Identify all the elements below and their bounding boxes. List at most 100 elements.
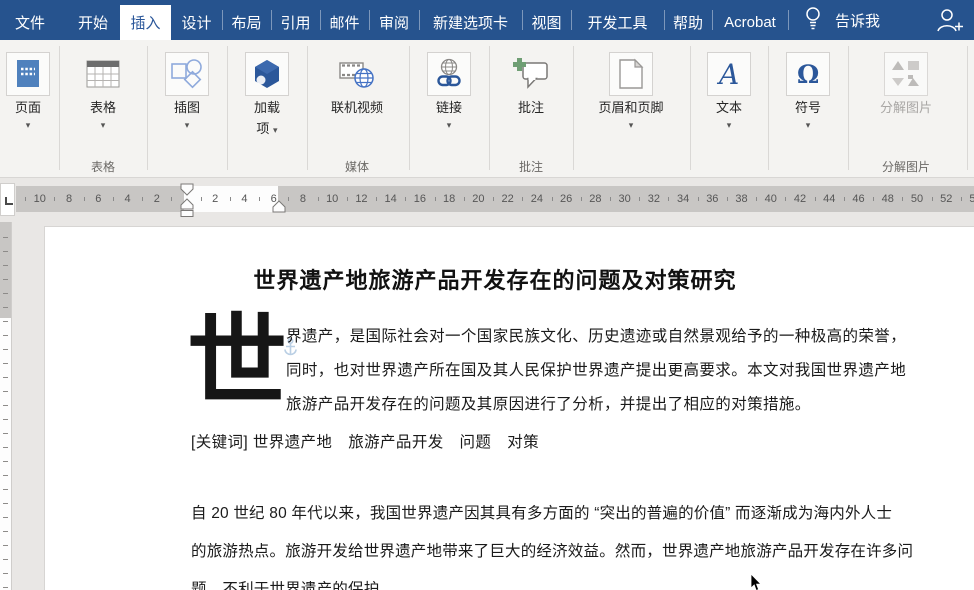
- table-icon: [81, 52, 125, 96]
- ruler-number: 52: [940, 193, 953, 205]
- ruler-number: 36: [706, 193, 719, 205]
- ribbon-button-new-comment[interactable]: 批注: [486, 40, 576, 174]
- ribbon-group-separator: [848, 46, 849, 170]
- ruler-tick: [580, 197, 582, 201]
- ribbon-button-illustrations[interactable]: 插图 ▾: [142, 40, 232, 174]
- tab-separator: [271, 10, 272, 30]
- tell-me-box[interactable]: 告诉我: [803, 0, 880, 40]
- ruler-tick: [493, 197, 495, 201]
- ruler-number: 10: [326, 193, 339, 205]
- ruler-tick: [609, 197, 611, 201]
- ribbon-button-links[interactable]: 链接 ▾: [404, 40, 494, 174]
- abstract-line: 旅游产品开发存在的问题及其原因进行了分析，并提出了相应的对策措施。: [286, 396, 811, 413]
- document-page[interactable]: 世界遗产地旅游产品开发存在的问题及对策研究 世 界遗产，是国际社会对一个国家民族…: [44, 226, 974, 590]
- symbol-icon: Ω: [786, 52, 830, 96]
- ribbon-button-header-footer[interactable]: 页眉和页脚 ▾: [586, 40, 676, 174]
- ruler-number: 26: [559, 193, 573, 205]
- ribbon-button-label: 批注: [517, 100, 544, 115]
- ruler-tick: [259, 197, 261, 201]
- horizontal-ruler[interactable]: 10 8 6 4 2 2 4 6 8 10 12 14 16 18 20 22 24 26 28 30 32 34 36 38…: [0, 178, 974, 222]
- vertical-ruler[interactable]: [0, 222, 12, 590]
- ruler-number: 46: [852, 193, 865, 205]
- tab-new-tab[interactable]: 新建选项卡: [419, 5, 522, 40]
- tab-separator: [571, 10, 572, 30]
- ribbon-button-add-ins[interactable]: 加载项 ▾: [222, 40, 312, 174]
- ruler-tick: [785, 197, 787, 201]
- ruler-tick: [697, 197, 699, 201]
- ribbon-group-label: 分解图片: [881, 160, 931, 174]
- ribbon-group-separator: [489, 46, 490, 170]
- tab-home[interactable]: 开始: [66, 5, 120, 40]
- ribbon-group-separator: [690, 46, 691, 170]
- ribbon-button-online-video[interactable]: 联机视频: [312, 40, 402, 174]
- tab-review[interactable]: 审阅: [369, 5, 419, 40]
- ruler-tick: [726, 197, 728, 201]
- ruler-number: 54: [969, 193, 974, 205]
- tab-separator: [320, 10, 321, 30]
- ruler-tick: [200, 197, 202, 201]
- ruler-tick: [112, 197, 114, 201]
- tab-mailings[interactable]: 邮件: [320, 5, 369, 40]
- lightbulb-icon: [803, 6, 823, 35]
- drop-cap[interactable]: 世: [187, 311, 287, 413]
- ruler-number: 22: [501, 193, 514, 205]
- ruler-number: 14: [384, 193, 397, 205]
- ribbon-group-label: 表格: [90, 160, 116, 174]
- ruler-number: 8: [65, 193, 73, 205]
- dropdown-arrow-icon: ▾: [805, 120, 811, 130]
- tab-view[interactable]: 视图: [522, 5, 571, 40]
- text-icon: A: [707, 52, 751, 96]
- ribbon-button-label: 分解图片: [879, 100, 932, 115]
- ruler-tick: [902, 197, 904, 201]
- right-indent-marker[interactable]: [272, 200, 286, 213]
- ruler-tick: [639, 197, 641, 201]
- ribbon-button-label: 符号: [794, 100, 821, 115]
- ribbon-group-separator: [573, 46, 574, 170]
- tab-file[interactable]: 文件: [0, 5, 60, 40]
- person-add-icon[interactable]: [936, 7, 964, 39]
- tab-separator: [522, 10, 523, 30]
- ruler-tick: [405, 197, 407, 201]
- illustrations-icon: [165, 52, 209, 96]
- tab-help[interactable]: 帮助: [664, 5, 712, 40]
- ruler-tick: [83, 197, 85, 201]
- first-line-indent-marker[interactable]: [180, 183, 194, 196]
- ruler-number: 32: [647, 193, 660, 205]
- ribbon-button-label: 文本: [715, 100, 742, 115]
- ruler-number: 44: [823, 193, 836, 205]
- tab-separator: [369, 10, 370, 30]
- ruler-band[interactable]: 10 8 6 4 2 2 4 6 8 10 12 14 16 18 20 22 24 26 28 30 32 34 36 38…: [16, 186, 974, 212]
- body-line: 的旅游热点。旅游开发给世界遗产地带来了巨大的经济效益。然而，世界遗产地旅游产品开…: [191, 543, 914, 560]
- tab-design[interactable]: 设计: [171, 5, 222, 40]
- tab-separator: [419, 10, 420, 30]
- ruler-number: 2: [153, 193, 160, 205]
- ribbon-button-label: 页眉和页脚: [598, 100, 664, 115]
- ribbon-group-label: 媒体: [344, 160, 370, 174]
- dropdown-arrow-icon: ▾: [628, 120, 634, 130]
- ruler-tick: [551, 197, 553, 201]
- tab-stop-selector[interactable]: [0, 183, 15, 216]
- ruler-tick: [668, 197, 670, 201]
- ruler-number: 50: [910, 193, 924, 205]
- tab-references[interactable]: 引用: [271, 5, 320, 40]
- dropdown-arrow-icon: ▾: [446, 120, 452, 130]
- header-footer-icon: [609, 52, 653, 96]
- ribbon-button-label: 联机视频: [330, 100, 383, 115]
- ribbon-button-label: 插图: [173, 100, 200, 115]
- ribbon-button-text[interactable]: A 文本 ▾: [684, 40, 774, 174]
- hanging-indent-marker[interactable]: [180, 198, 194, 218]
- ribbon-button-label: 项 ▾: [256, 121, 278, 136]
- ribbon-button-table[interactable]: 表格 ▾: [58, 40, 148, 174]
- ruler-number: 48: [881, 193, 894, 205]
- new-comment-icon: [509, 52, 553, 96]
- ruler-number: 6: [95, 193, 102, 205]
- tab-developer[interactable]: 开发工具: [571, 5, 664, 40]
- tab-acrobat[interactable]: Acrobat: [712, 5, 788, 40]
- tab-insert[interactable]: 插入: [120, 5, 171, 40]
- dropdown-arrow-icon: ▾: [100, 120, 106, 130]
- broken-picture-icon: [884, 52, 928, 96]
- ruler-number: 4: [124, 193, 131, 205]
- ribbon-button-symbols[interactable]: Ω 符号 ▾: [763, 40, 853, 174]
- ruler-tick: [346, 197, 348, 201]
- tab-layout[interactable]: 布局: [222, 5, 271, 40]
